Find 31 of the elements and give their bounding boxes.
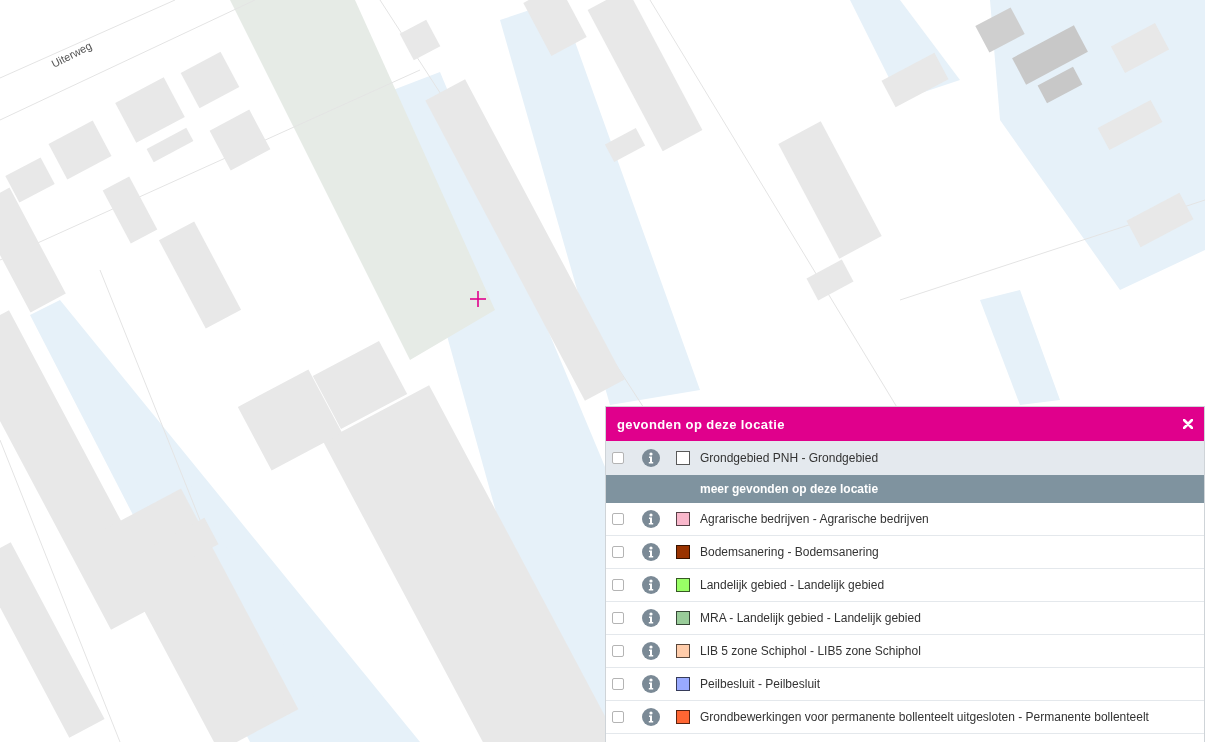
building-shape bbox=[881, 52, 949, 108]
checkbox[interactable] bbox=[612, 546, 624, 558]
section-label: meer gevonden op deze locatie bbox=[700, 482, 879, 496]
layer-label: Landelijk gebied - Landelijk gebied bbox=[700, 578, 886, 592]
building-shape bbox=[209, 109, 271, 171]
close-icon[interactable] bbox=[1183, 419, 1193, 429]
info-icon[interactable] bbox=[642, 510, 660, 528]
layer-label: MRA - Landelijk gebied - Landelijk gebied bbox=[700, 611, 922, 625]
layer-label: Bodemsanering - Bodemsanering bbox=[700, 545, 880, 559]
info-icon[interactable] bbox=[642, 543, 660, 561]
crosshair-icon bbox=[469, 290, 487, 308]
checkbox[interactable] bbox=[612, 513, 624, 525]
layer-label: LIB 5 zone Schiphol - LIB5 zone Schiphol bbox=[700, 644, 922, 658]
checkbox[interactable] bbox=[612, 579, 624, 591]
checkbox[interactable] bbox=[612, 678, 624, 690]
info-icon[interactable] bbox=[642, 449, 660, 467]
panel-title: gevonden op deze locatie bbox=[617, 416, 785, 432]
layer-label: Peilbesluit - Peilbesluit bbox=[700, 677, 822, 691]
info-icon[interactable] bbox=[642, 642, 660, 660]
layer-label: Grondbewerkingen voor permanente bollenteelt uitgesloten - Permanente bollenteelt bbox=[700, 710, 1150, 724]
checkbox[interactable] bbox=[612, 452, 624, 464]
checkbox[interactable] bbox=[612, 645, 624, 657]
info-icon[interactable] bbox=[642, 576, 660, 594]
layer-label: Grondgebied PNH - Grondgebied bbox=[700, 451, 880, 465]
info-icon[interactable] bbox=[642, 708, 660, 726]
layer-label: Agrarische bedrijven - Agrarische bedrijven bbox=[700, 512, 930, 526]
info-icon[interactable] bbox=[642, 609, 660, 627]
building-shape bbox=[399, 19, 441, 61]
info-icon[interactable] bbox=[642, 675, 660, 693]
checkbox[interactable] bbox=[612, 612, 624, 624]
checkbox[interactable] bbox=[612, 711, 624, 723]
